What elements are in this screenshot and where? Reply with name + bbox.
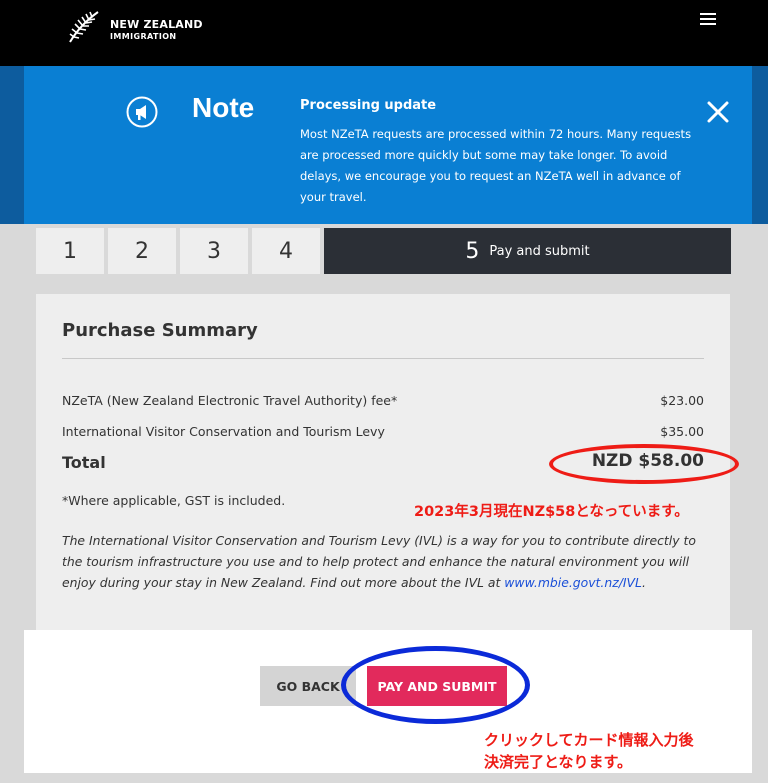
go-back-button[interactable]: GO BACK [260,666,356,706]
ivl-levy-value: $35.00 [660,424,704,439]
notice-body: Most NZeTA requests are processed within… [300,127,692,204]
notice-title: Note [192,92,255,123]
logo-text-country: NEW ZEALAND [110,18,203,31]
ivl-levy-label: International Visitor Conservation and T… [62,424,385,439]
silver-fern-icon [69,11,99,43]
purchase-summary-title: Purchase Summary [62,320,258,341]
total-label: Total [62,453,106,472]
highlight-oval-total [549,444,739,484]
price-annotation: 2023年3月現在NZ$58となっています。 [414,504,689,520]
click-annotation: クリックしてカード情報入力後 決済完了となります。 [484,729,694,773]
summary-divider [62,358,704,359]
nz-immigration-logo[interactable]: NEW ZEALAND IMMIGRATION [66,8,206,44]
ivl-link[interactable]: www.mbie.govt.nz/IVL [504,575,642,590]
close-icon[interactable] [706,100,730,124]
notice-heading: Processing update [300,98,437,113]
pay-and-submit-button[interactable]: PAY AND SUBMIT [367,666,507,706]
click-annotation-line2: 決済完了となります。 [484,753,633,771]
nzeta-fee-value: $23.00 [660,393,704,408]
hamburger-menu-icon[interactable] [698,10,720,28]
site-header: NEW ZEALAND IMMIGRATION [0,0,768,66]
step-5-label: Pay and submit [489,243,590,259]
step-2[interactable]: 2 [108,228,176,274]
step-5-active: 5 Pay and submit [324,228,731,274]
step-5-number: 5 [465,238,480,264]
step-3[interactable]: 3 [180,228,248,274]
nzeta-fee-label: NZeTA (New Zealand Electronic Travel Aut… [62,393,398,408]
ivl-description-end: . [641,575,646,590]
step-4[interactable]: 4 [252,228,320,274]
click-annotation-line1: クリックしてカード情報入力後 [484,731,694,749]
megaphone-icon [126,96,158,128]
logo-text-agency: IMMIGRATION [110,32,177,41]
step-1[interactable]: 1 [36,228,104,274]
ivl-description: The International Visitor Conservation a… [62,530,712,593]
gst-note: *Where applicable, GST is included. [62,493,286,508]
